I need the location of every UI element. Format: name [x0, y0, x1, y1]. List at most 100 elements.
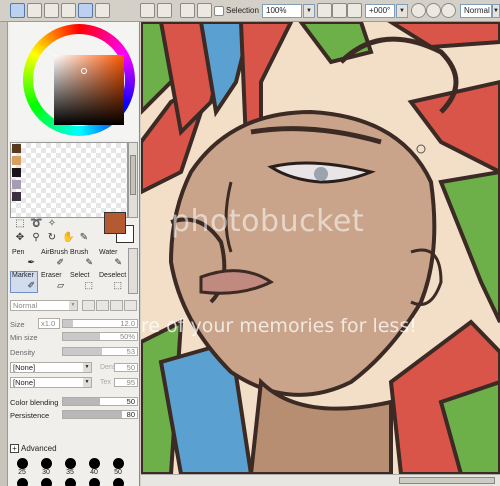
- scrollbar-thumb[interactable]: [130, 155, 136, 195]
- brush-label: Pen: [12, 249, 25, 256]
- scrollbar-thumb[interactable]: [399, 477, 495, 484]
- texture-select-2-value: [None]: [13, 378, 36, 387]
- canvas-horizontal-scrollbar[interactable]: [141, 474, 500, 486]
- brush-shape-hard-icon[interactable]: [124, 300, 137, 311]
- airbrush-icon: ✐: [56, 257, 64, 267]
- texture-select-1[interactable]: [None] ▼: [10, 362, 92, 373]
- rotation-dropdown-icon[interactable]: ▼: [396, 4, 408, 18]
- redo-icon[interactable]: [157, 3, 172, 18]
- texture-select-2[interactable]: [None] ▼: [10, 377, 92, 388]
- brush-tool[interactable]: Brush ✎: [68, 248, 96, 270]
- magic-wand-icon[interactable]: ✧: [46, 218, 58, 230]
- saturation-value-square[interactable]: [54, 55, 124, 125]
- texture-2-slider[interactable]: 95: [114, 378, 138, 387]
- brush-blend-mode-select[interactable]: Normal ▼: [10, 300, 78, 311]
- zoom-reset-icon[interactable]: [347, 3, 362, 18]
- color-blending-slider[interactable]: 50: [62, 397, 138, 406]
- rotate-right-icon[interactable]: [426, 3, 441, 18]
- swatch[interactable]: [12, 180, 21, 189]
- foreground-color-swatch[interactable]: [104, 212, 126, 234]
- water-tool[interactable]: Water ✎: [97, 248, 125, 270]
- swatch-scrollbar[interactable]: [128, 142, 138, 218]
- swatch[interactable]: [12, 192, 21, 201]
- marker-icon: ✐: [27, 280, 35, 290]
- eyedropper-icon[interactable]: ✎: [78, 232, 90, 244]
- lasso-icon[interactable]: ➰: [30, 218, 42, 230]
- rotation-field[interactable]: +000°: [365, 4, 395, 18]
- scratchpad-toggle-icon[interactable]: [61, 3, 76, 18]
- brush-icon: ✎: [85, 257, 93, 267]
- hue-ring[interactable]: [23, 24, 135, 136]
- brush-size-preset[interactable]: 30: [36, 458, 56, 476]
- size-slider-fill: [63, 320, 74, 327]
- brush-shape-soft-icon[interactable]: [96, 300, 109, 311]
- blend-mode-field[interactable]: Normal: [460, 4, 492, 18]
- rotation-reset-icon[interactable]: [441, 3, 456, 18]
- brush-size-preset[interactable]: 80: [60, 478, 80, 486]
- swatch-grid[interactable]: [10, 142, 128, 218]
- sv-marker-icon[interactable]: [81, 68, 87, 74]
- swatch[interactable]: [12, 144, 21, 153]
- swatches-toggle-icon[interactable]: [78, 3, 93, 18]
- brush-dot-icon: [64, 478, 76, 486]
- brush-size-preset[interactable]: 40: [84, 458, 104, 476]
- move-icon[interactable]: ✥: [14, 232, 26, 244]
- size-multiplier-value: x1.0: [41, 319, 56, 328]
- zoom-out-icon[interactable]: [317, 3, 332, 18]
- zoom-in-icon[interactable]: [332, 3, 347, 18]
- brush-shape-medium-icon[interactable]: [110, 300, 123, 311]
- zoom-field[interactable]: 100%: [262, 4, 302, 18]
- advanced-label: Advanced: [21, 444, 57, 453]
- texture-1-slider[interactable]: 50: [114, 363, 138, 372]
- watermark-tagline: re of your memories for less!: [141, 315, 417, 337]
- eraser-tool[interactable]: Eraser ▱: [39, 271, 67, 293]
- brush-grid-scrollbar[interactable]: [128, 248, 138, 294]
- persistence-slider[interactable]: 80: [62, 410, 138, 419]
- swatch[interactable]: [12, 168, 21, 177]
- brush-label: AirBrush: [41, 249, 68, 256]
- brush-dot-icon: [88, 478, 100, 486]
- size-multiplier-select[interactable]: x1.0: [38, 318, 60, 329]
- brush-label: Marker: [12, 272, 34, 279]
- marker-tool[interactable]: Marker ✐: [10, 271, 38, 293]
- persistence-slider-fill: [63, 411, 123, 418]
- airbrush-tool[interactable]: AirBrush ✐: [39, 248, 68, 270]
- advanced-toggle[interactable]: + Advanced: [10, 444, 57, 453]
- brush-size-preset[interactable]: 100: [84, 478, 104, 486]
- rect-select-icon[interactable]: ⬚: [14, 218, 26, 230]
- select-tool[interactable]: Select ⬚: [68, 271, 96, 293]
- selection-toggle-checkbox[interactable]: [214, 6, 224, 16]
- color-sliders-toggle-icon[interactable]: [27, 3, 42, 18]
- settings-toggle-icon[interactable]: [95, 3, 110, 18]
- rotate-tool-icon[interactable]: ↻: [46, 232, 58, 244]
- pen-tool[interactable]: Pen ✒: [10, 248, 38, 270]
- brush-size-preset[interactable]: 50: [108, 458, 128, 476]
- brush-label: Water: [99, 249, 118, 256]
- brush-size-label: 40: [90, 469, 98, 476]
- brush-size-preset[interactable]: 120: [108, 478, 128, 486]
- min-size-value: 50%: [119, 332, 135, 341]
- color-blending-value: 50: [126, 397, 135, 406]
- min-size-slider[interactable]: 50%: [62, 332, 138, 341]
- invert-selection-icon[interactable]: [197, 3, 212, 18]
- zoom-tool-icon[interactable]: ⚲: [30, 232, 42, 244]
- brush-size-preset[interactable]: 70: [36, 478, 56, 486]
- color-palette-toggle-icon[interactable]: [44, 3, 59, 18]
- brush-size-preset[interactable]: 25: [12, 458, 32, 476]
- undo-icon[interactable]: [140, 3, 155, 18]
- blend-mode-dropdown-icon[interactable]: ▼: [492, 4, 500, 18]
- rotate-left-icon[interactable]: [411, 3, 426, 18]
- water-icon: ✎: [114, 257, 122, 267]
- swatch[interactable]: [12, 156, 21, 165]
- brush-size-preset[interactable]: 60: [12, 478, 32, 486]
- deselect-button-icon[interactable]: [180, 3, 195, 18]
- color-wheel-toggle-icon[interactable]: [10, 3, 25, 18]
- hand-tool-icon[interactable]: ✋: [62, 232, 74, 244]
- density-slider[interactable]: 53: [62, 347, 138, 356]
- zoom-dropdown-icon[interactable]: ▼: [303, 4, 315, 18]
- brush-size-preset[interactable]: 35: [60, 458, 80, 476]
- brush-shape-round-icon[interactable]: [82, 300, 95, 311]
- size-slider[interactable]: 12.0: [62, 319, 138, 328]
- deselect-tool[interactable]: Deselect ⬚: [97, 271, 126, 293]
- texture-1-value: 50: [126, 363, 135, 372]
